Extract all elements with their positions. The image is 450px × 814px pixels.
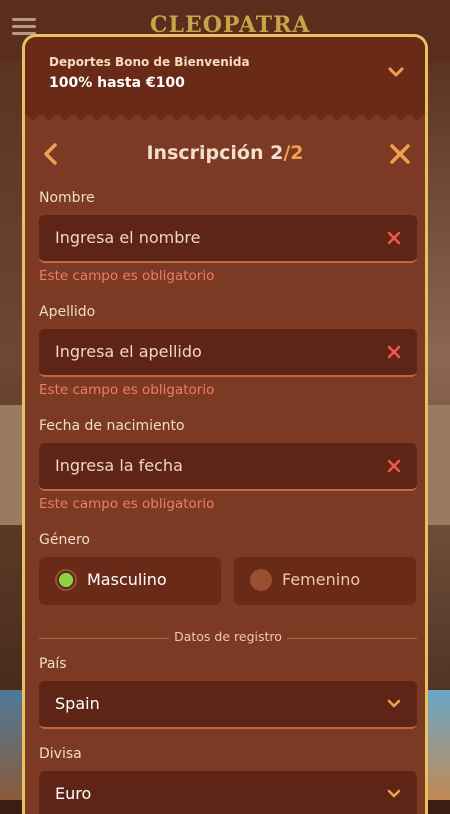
background-game-card-left bbox=[0, 690, 22, 800]
birthdate-label: Fecha de nacimiento bbox=[39, 418, 185, 434]
gender-option-female-label: Femenino bbox=[282, 570, 361, 589]
close-icon[interactable] bbox=[389, 143, 411, 165]
gender-label: Género bbox=[39, 532, 90, 548]
background-banner-left bbox=[0, 405, 22, 525]
country-label: País bbox=[39, 656, 67, 672]
last-name-placeholder: Ingresa el apellido bbox=[55, 342, 202, 361]
currency-label: Divisa bbox=[39, 746, 82, 762]
first-name-label: Nombre bbox=[39, 190, 95, 206]
divider-label: Datos de registro bbox=[174, 629, 282, 644]
background-banner-right bbox=[428, 405, 450, 525]
title-step: Inscripción 2 bbox=[146, 142, 284, 164]
bonus-title: 100% hasta €100 bbox=[49, 75, 185, 91]
modal-title: Inscripción 2/2 bbox=[25, 142, 425, 164]
first-name-error: Este campo es obligatorio bbox=[39, 268, 215, 284]
gender-option-male[interactable]: Masculino bbox=[39, 557, 221, 605]
chevron-down-icon bbox=[387, 789, 401, 798]
birthdate-input[interactable]: Ingresa la fecha bbox=[39, 443, 417, 491]
last-name-input[interactable]: Ingresa el apellido bbox=[39, 329, 417, 377]
country-value: Spain bbox=[55, 694, 100, 713]
country-select[interactable]: Spain bbox=[39, 681, 417, 729]
clear-icon[interactable] bbox=[387, 345, 401, 359]
chevron-down-icon[interactable] bbox=[387, 63, 405, 81]
modal-header: Inscripción 2/2 bbox=[25, 129, 425, 179]
banner-zigzag-edge bbox=[25, 113, 425, 121]
background-game-card-right bbox=[428, 690, 450, 800]
gender-option-female[interactable]: Femenino bbox=[234, 557, 416, 605]
first-name-placeholder: Ingresa el nombre bbox=[55, 228, 201, 247]
currency-value: Euro bbox=[55, 784, 92, 803]
clear-icon[interactable] bbox=[387, 231, 401, 245]
radio-selected-icon bbox=[55, 569, 77, 591]
first-name-input[interactable]: Ingresa el nombre bbox=[39, 215, 417, 263]
bonus-subtitle: Deportes Bono de Bienvenida bbox=[49, 55, 250, 69]
radio-unselected-icon bbox=[250, 569, 272, 591]
bonus-banner[interactable]: Deportes Bono de Bienvenida 100% hasta €… bbox=[25, 37, 425, 114]
currency-select[interactable]: Euro bbox=[39, 771, 417, 814]
registration-modal: Deportes Bono de Bienvenida 100% hasta €… bbox=[22, 34, 428, 814]
birthdate-error: Este campo es obligatorio bbox=[39, 496, 215, 512]
last-name-label: Apellido bbox=[39, 304, 96, 320]
birthdate-placeholder: Ingresa la fecha bbox=[55, 456, 183, 475]
section-divider: Datos de registro bbox=[39, 629, 417, 647]
title-total-steps: 2 bbox=[290, 142, 304, 164]
clear-icon[interactable] bbox=[387, 459, 401, 473]
gender-option-male-label: Masculino bbox=[87, 570, 167, 589]
last-name-error: Este campo es obligatorio bbox=[39, 382, 215, 398]
chevron-down-icon bbox=[387, 699, 401, 708]
